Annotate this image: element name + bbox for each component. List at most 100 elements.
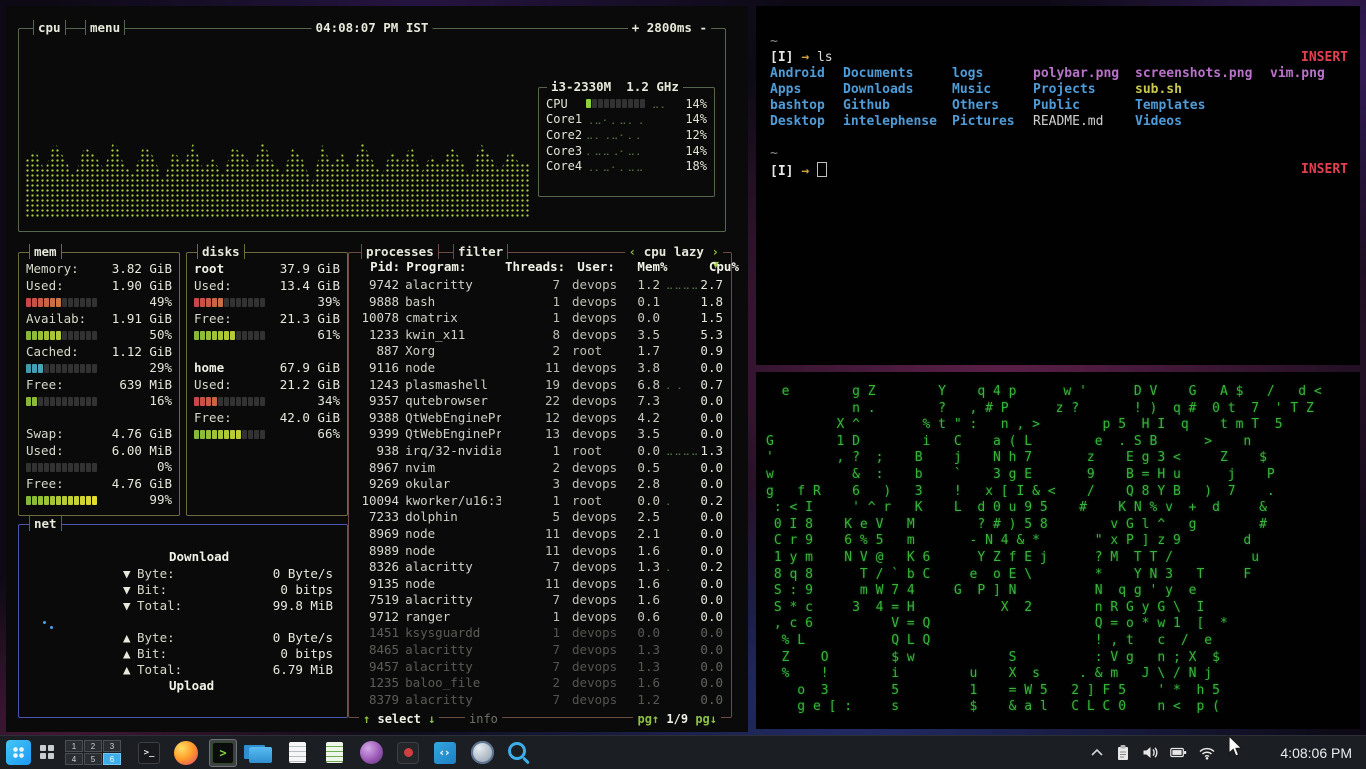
wifi-icon[interactable]: [1198, 746, 1216, 760]
menu-button[interactable]: menu: [85, 20, 126, 35]
process-row[interactable]: 938 irq/32-nvidia 1 root 0.0 ⣀⣀⣀⣀ 1.3: [349, 443, 731, 460]
process-row[interactable]: 8989 node 11 devops 1.6 0.0: [349, 543, 731, 560]
process-row[interactable]: 8465 alacritty 7 devops 1.3 0.0: [349, 642, 731, 659]
process-row[interactable]: 1233 kwin_x11 8 devops 3.5 5.3: [349, 327, 731, 344]
process-row[interactable]: 9388 QtWebEnginePr 12 devops 4.2 0.0: [349, 410, 731, 427]
process-row[interactable]: 9457 alacritty 7 devops 1.3 0.0: [349, 659, 731, 676]
process-info-control[interactable]: info: [465, 712, 502, 726]
stat-line: [187, 344, 347, 361]
clipboard-icon[interactable]: [1115, 744, 1131, 761]
process-row[interactable]: 9269 okular 3 devops 2.8 0.0: [349, 476, 731, 493]
okular-icon[interactable]: [394, 739, 422, 767]
process-row[interactable]: 9712 ranger 1 devops 0.6 0.0: [349, 609, 731, 626]
battery-icon[interactable]: [1170, 745, 1187, 760]
process-row[interactable]: 9888 bash 1 devops 0.1 1.8: [349, 294, 731, 311]
process-row[interactable]: 9357 qutebrowser 22 devops 7.3 0.0: [349, 393, 731, 410]
search-app-icon[interactable]: [505, 739, 533, 767]
refresh-rate-control[interactable]: + 2800ms -: [627, 20, 711, 35]
document-viewer-icon[interactable]: [320, 739, 348, 767]
network-box-title: net: [29, 516, 62, 531]
insert-mode-badge: INSERT: [1301, 162, 1348, 177]
stat-line: Used: 1.90 GiB: [26, 277, 172, 293]
ls-entry: Android: [770, 66, 825, 81]
sort-prev-icon: ‹: [628, 244, 637, 259]
stat-line: 0%: [19, 459, 179, 476]
ls-entry: vim.png: [1270, 66, 1325, 81]
net-stat-line: ▼ Bit: 0 bitps: [123, 582, 333, 597]
stat-line: 29%: [19, 360, 179, 377]
process-row[interactable]: 9116 node 11 devops 3.8 0.0: [349, 360, 731, 377]
net-stat-line: ▲ Bit: 0 bitps: [123, 646, 333, 661]
ls-entry: Documents: [843, 66, 914, 81]
desktop: { "colors": { "accent_blue": "#3daee9", …: [0, 0, 1366, 769]
mouse-cursor: [1228, 735, 1243, 757]
terminal-cursor[interactable]: [816, 162, 827, 177]
process-row[interactable]: 1451 ksysguardd 1 devops 0.0 0.0: [349, 625, 731, 642]
process-row[interactable]: 7233 dolphin 5 devops 2.5 0.0: [349, 509, 731, 526]
ls-entry: Projects: [1033, 82, 1096, 97]
stat-line: 66%: [187, 426, 347, 443]
process-row[interactable]: 9399 QtWebEnginePr 13 devops 3.5 0.0: [349, 426, 731, 443]
desktop-pager-cell-4[interactable]: 4: [65, 753, 83, 765]
ls-entry: sub.sh: [1135, 82, 1182, 97]
photo-app-icon[interactable]: [357, 739, 385, 767]
ls-row: Apps Downloads Music Projects sub.sh: [756, 82, 1360, 98]
net-stat-line: ▼ Total: 99.8 MiB: [123, 598, 333, 613]
application-launcher-icon[interactable]: [6, 740, 31, 765]
ls-entry: Desktop: [770, 114, 825, 129]
usage-meter: [194, 429, 265, 439]
taskbar-apps: [135, 738, 533, 767]
ls-entry: Downloads: [843, 82, 914, 97]
vscode-icon[interactable]: [431, 739, 459, 767]
desktop-pager-cell-1[interactable]: 1: [65, 740, 83, 752]
stat-line: Free: 639 MiB: [26, 376, 172, 392]
qutebrowser-icon[interactable]: [468, 739, 496, 767]
cpu-legend: i3-2330M 1.2 GHz CPU ⣀⡀ 14% Core1 ⢀⣀⠄⡀⣀⡀⢀ 14…: [538, 79, 715, 197]
ls-entry: logs: [952, 66, 984, 81]
process-page-control[interactable]: pg↑ 1/9 pg↓: [633, 712, 721, 726]
stat-line: Used: 6.00 MiB: [26, 442, 172, 458]
process-row[interactable]: 1243 plasmashell 19 devops 6.8 ⡀⢀ 0.7: [349, 377, 731, 394]
cpu-legend-row: Core2 ⣀⡀⢀⣀⠄⡀⡀ 12%: [546, 127, 707, 142]
process-row[interactable]: 8326 alacritty 7 devops 1.3 ⡀ 0.2: [349, 559, 731, 576]
ls-entry: Public: [1033, 98, 1080, 113]
process-row[interactable]: 1235 baloo_file 2 devops 1.6 0.0: [349, 675, 731, 692]
desktop-pager-cell-6[interactable]: 6: [103, 753, 121, 765]
process-row[interactable]: 9135 node 11 devops 1.6 0.0: [349, 576, 731, 593]
stat-line: 49%: [19, 294, 179, 311]
volume-icon[interactable]: [1142, 745, 1159, 760]
process-row[interactable]: 8379 alacritty 7 devops 1.2 0.0: [349, 692, 731, 709]
system-tray: [1090, 744, 1216, 761]
disks-box: disks root 37.9 GiB Used: 13.4 GiB 39% Free: 2…: [186, 244, 348, 516]
ls-entry: bashtop: [770, 98, 825, 113]
process-row[interactable]: 10094 kworker/u16:3 1 root 0.0 ⡀ 0.2: [349, 493, 731, 510]
desktop-pager-cell-3[interactable]: 3: [103, 740, 121, 752]
process-row[interactable]: 8967 nvim 2 devops 0.5 0.0: [349, 460, 731, 477]
desktop-pager-cell-2[interactable]: 2: [84, 740, 102, 752]
text-editor-icon[interactable]: [283, 739, 311, 767]
ls-row: bashtop Github Others Public Templates: [756, 98, 1360, 114]
konsole-icon[interactable]: [135, 739, 163, 767]
sort-selector[interactable]: ‹ cpu lazy ›: [624, 244, 723, 259]
process-row[interactable]: 8969 node 11 devops 2.1 0.0: [349, 526, 731, 543]
process-row[interactable]: 887 Xorg 2 root 1.7 0.9: [349, 343, 731, 360]
filter-button[interactable]: filter: [453, 244, 509, 259]
stat-line: 34%: [187, 393, 347, 410]
upload-label: Upload: [169, 678, 215, 693]
tray-expander-icon[interactable]: [1090, 747, 1104, 759]
process-select-control[interactable]: ↑ select ↓: [359, 712, 440, 726]
prompt-arrow-icon: →: [801, 164, 810, 179]
desktop-pager-cell-5[interactable]: 5: [84, 753, 102, 765]
process-row[interactable]: 7519 alacritty 7 devops 1.6 0.0: [349, 592, 731, 609]
process-row[interactable]: 10078 cmatrix 1 devops 0.0 1.5: [349, 310, 731, 327]
file-manager-icon[interactable]: [246, 739, 274, 767]
usage-meter: [26, 396, 97, 406]
stat-line: 16%: [19, 393, 179, 410]
grid-widget-icon[interactable]: [40, 745, 55, 760]
processes-box: processes filter ‹ cpu lazy › ▼ Pid: Pro…: [348, 244, 739, 726]
bashtop-clock: 04:08:07 PM IST: [311, 20, 433, 35]
terminal-icon[interactable]: [209, 738, 237, 767]
cpu-legend-row: Core3 ⡀⣀⣀⢀⠄⣀⡀ 14%: [546, 143, 707, 158]
firefox-icon[interactable]: [172, 739, 200, 767]
process-row[interactable]: 9742alacritty7devops1.2⣀⣀⣀⣀⣀2.7: [349, 277, 731, 294]
